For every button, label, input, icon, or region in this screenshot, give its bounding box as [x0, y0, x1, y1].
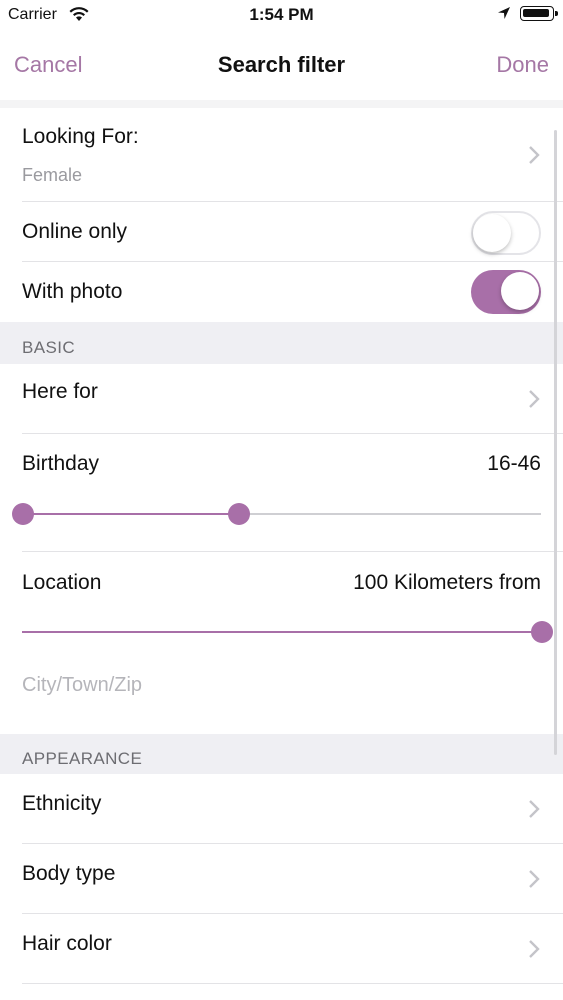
looking-for-row[interactable]: Looking For: Female [0, 108, 563, 202]
birthday-label: Birthday [22, 452, 100, 475]
birthday-value: 16-46 [487, 452, 541, 475]
online-only-label: Online only [22, 220, 128, 243]
looking-for-label: Looking For: [22, 125, 139, 148]
status-time: 1:54 PM [249, 5, 314, 24]
chevron-right-icon [529, 940, 540, 958]
birthday-row: Birthday 16-46 [0, 434, 563, 552]
appearance-item-body-type[interactable]: Body type [0, 844, 563, 914]
chevron-right-icon [529, 146, 540, 164]
appearance-item-hair-color[interactable]: Hair color [0, 914, 563, 984]
status-bar: Carrier 1:54 PM [0, 0, 563, 30]
chevron-right-icon [529, 870, 540, 888]
hair-color-label: Hair color [22, 932, 112, 955]
scrollbar[interactable] [554, 130, 557, 755]
birthday-max-thumb[interactable] [228, 503, 250, 525]
ethnicity-label: Ethnicity [22, 792, 102, 815]
location-row: Location 100 Kilometers from City/Town/Z… [0, 552, 563, 734]
section-header-appearance: APPEARANCE [0, 734, 563, 774]
city-zip-input[interactable]: City/Town/Zip [22, 674, 142, 697]
with-photo-label: With photo [22, 280, 123, 303]
location-value: 100 Kilometers from [353, 571, 541, 594]
with-photo-toggle[interactable] [471, 270, 541, 314]
body-type-label: Body type [22, 862, 116, 885]
done-button[interactable]: Done [496, 52, 549, 78]
location-slider-thumb[interactable] [531, 621, 553, 643]
location-slider-fill [22, 631, 542, 633]
section-header-appearance-label: APPEARANCE [22, 749, 143, 768]
here-for-label: Here for [22, 380, 98, 403]
page-title: Search filter [217, 52, 346, 77]
birthday-min-thumb[interactable] [12, 503, 34, 525]
location-label: Location [22, 571, 102, 594]
looking-for-value: Female [22, 165, 83, 185]
online-only-toggle[interactable] [471, 211, 541, 255]
battery-icon [520, 6, 558, 21]
section-header-basic-label: BASIC [22, 338, 76, 357]
location-arrow-icon [498, 7, 510, 19]
birthday-slider-range [22, 513, 238, 515]
here-for-row[interactable]: Here for [0, 364, 563, 434]
chevron-right-icon [529, 800, 540, 818]
appearance-item-ethnicity[interactable]: Ethnicity [0, 774, 563, 844]
section-header-basic: BASIC [0, 322, 563, 364]
nav-divider [0, 100, 563, 108]
chevron-right-icon [529, 390, 540, 408]
with-photo-row: With photo [0, 262, 563, 322]
online-only-row: Online only [0, 202, 563, 262]
